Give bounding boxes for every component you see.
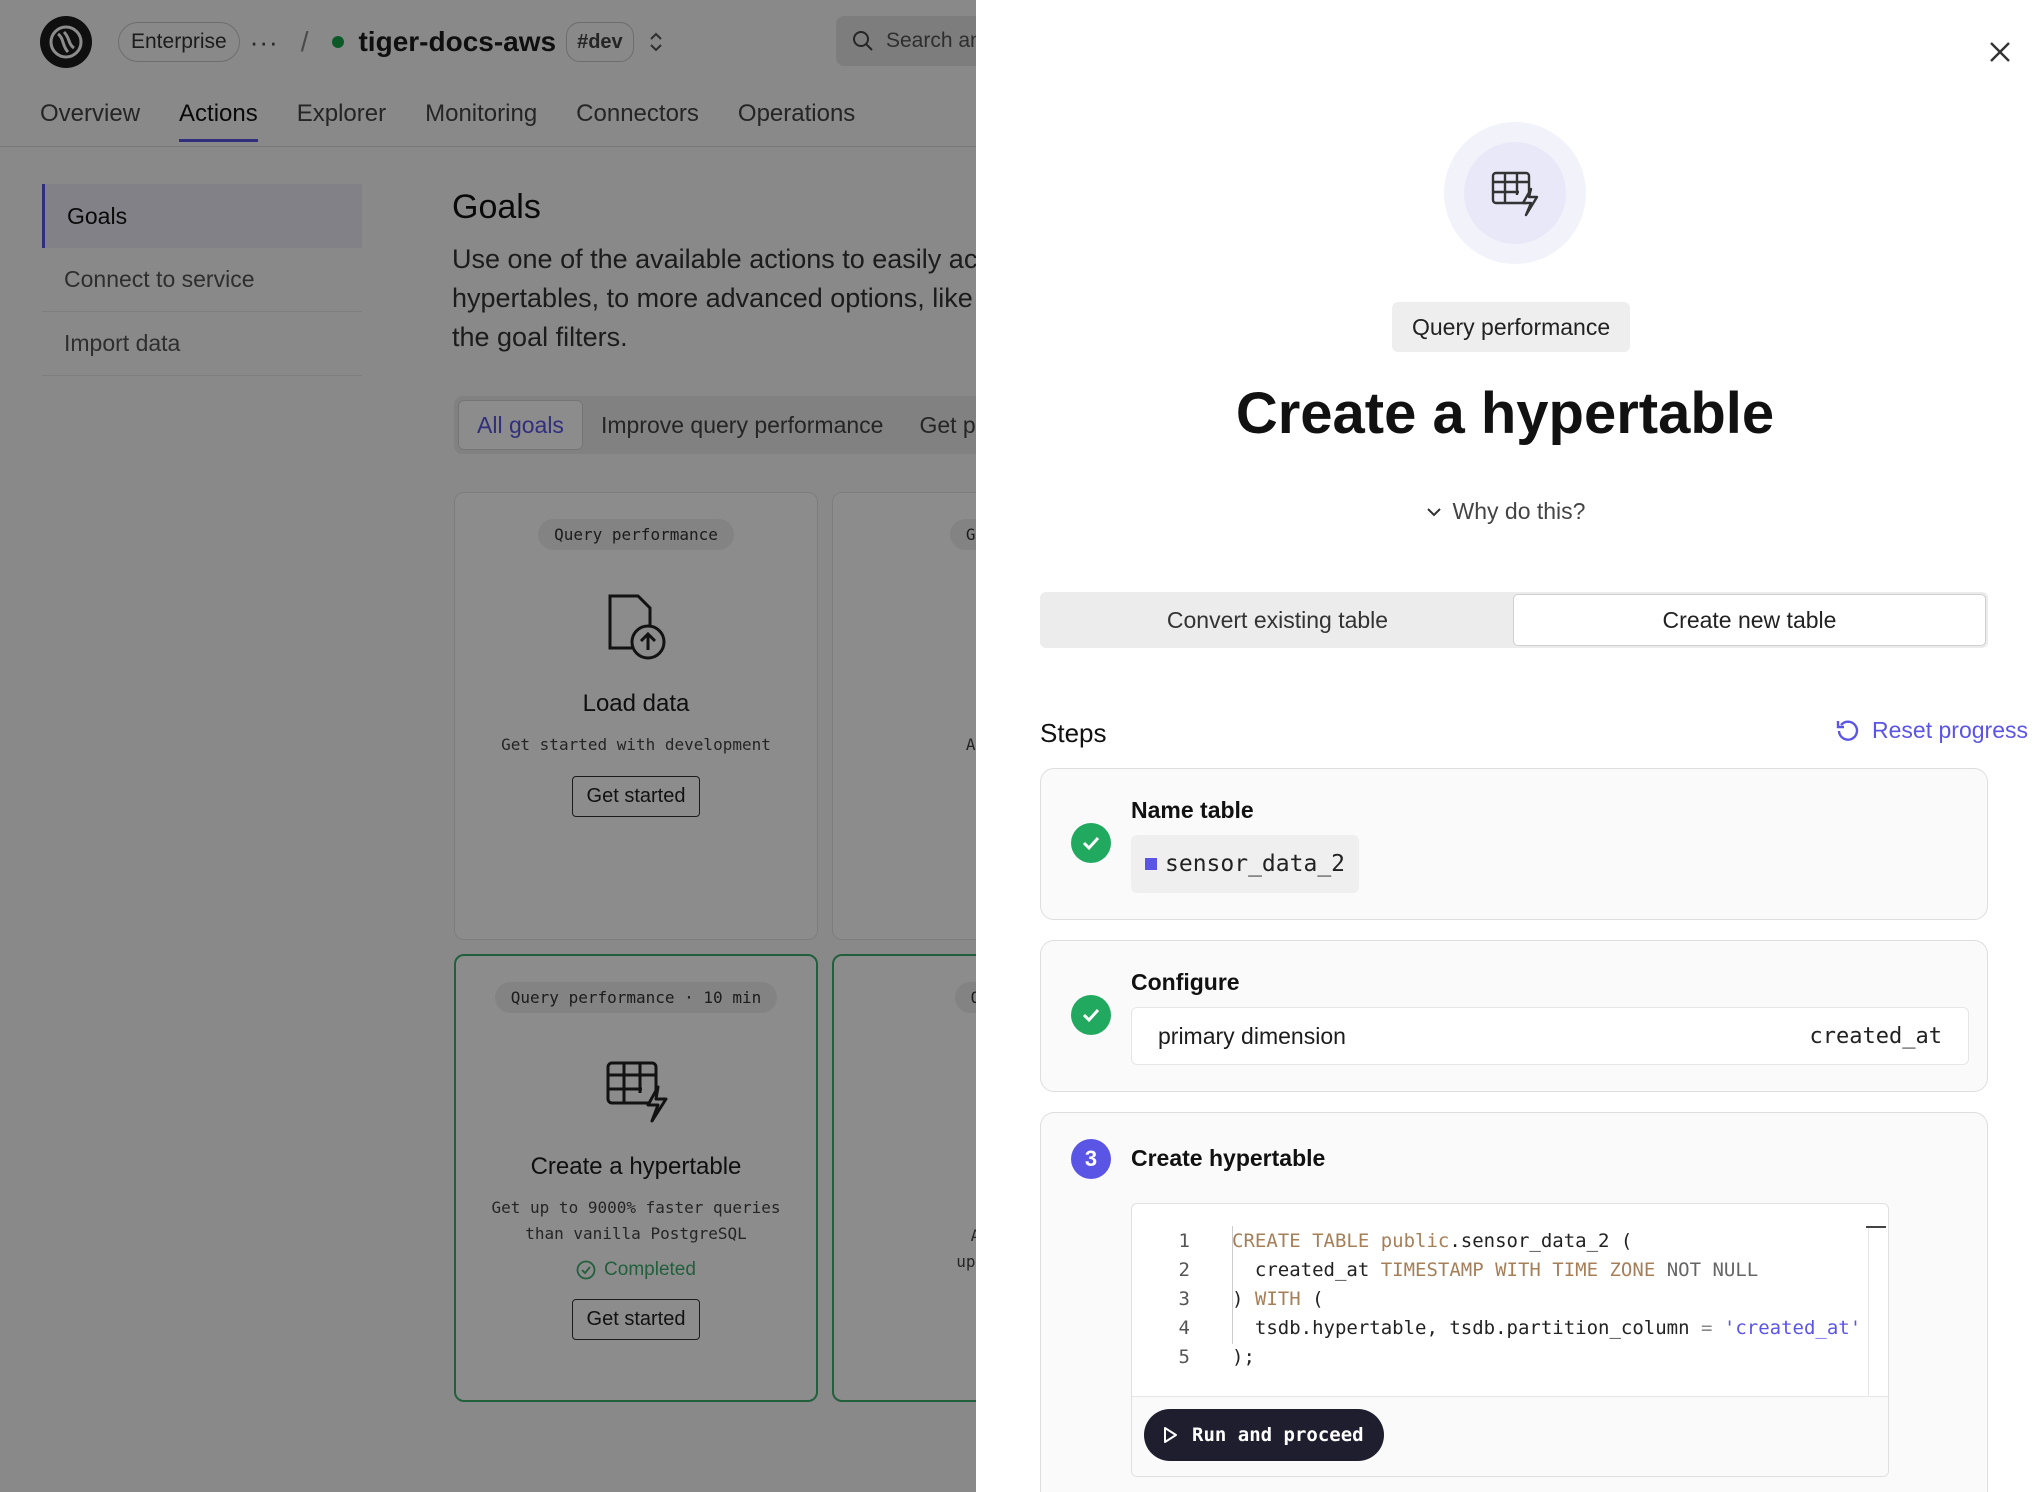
- editor-footer: Run and proceed: [1132, 1396, 1888, 1476]
- line-number: 2: [1178, 1258, 1190, 1281]
- sql-code-editor[interactable]: 1 CREATE TABLE public.sensor_data_2 ( 2 …: [1131, 1203, 1889, 1477]
- code-line: 2 created_at TIMESTAMP WITH TIME ZONE NO…: [1132, 1255, 1868, 1284]
- run-and-proceed-button[interactable]: Run and proceed: [1144, 1409, 1384, 1461]
- step-name-table: Name table sensor_data_2: [1040, 768, 1988, 920]
- run-label: Run and proceed: [1192, 1424, 1364, 1446]
- step-complete-icon: [1071, 823, 1111, 863]
- convert-existing-table-tab[interactable]: Convert existing table: [1042, 594, 1513, 646]
- table-name-chip: sensor_data_2: [1131, 835, 1360, 893]
- code-lines: 1 CREATE TABLE public.sensor_data_2 ( 2 …: [1132, 1226, 1868, 1371]
- drawer-title: Create a hypertable: [1235, 381, 1775, 446]
- code-text: );: [1232, 1345, 1255, 1368]
- hero-icon-circle: [1464, 142, 1566, 244]
- table-name: sensor_data_2: [1165, 851, 1346, 877]
- editor-scrollbar[interactable]: [1868, 1226, 1888, 1416]
- steps-heading: Steps: [1040, 718, 1107, 748]
- why-label: Why do this?: [1452, 498, 1586, 524]
- why-toggle[interactable]: Why do this?: [976, 498, 2034, 525]
- modal-backdrop[interactable]: [0, 0, 976, 1492]
- code-line: 1 CREATE TABLE public.sensor_data_2 (: [1132, 1226, 1868, 1255]
- category-badge: Query performance: [1392, 302, 1631, 352]
- code-text: ) WITH (: [1232, 1287, 1324, 1310]
- step-configure: Configure primary dimension created_at: [1040, 940, 1988, 1092]
- scrollbar-thumb[interactable]: [1866, 1226, 1886, 1228]
- hero-icon-halo: [1444, 122, 1586, 264]
- field-value: created_at: [1809, 1023, 1942, 1049]
- code-line: 3 ) WITH (: [1132, 1284, 1868, 1313]
- code-text: CREATE TABLE public.sensor_data_2 (: [1232, 1229, 1633, 1252]
- primary-dimension-row: primary dimension created_at: [1131, 1007, 1969, 1065]
- reset-icon: [1836, 720, 1859, 741]
- code-line: 4 tsdb.hypertable, tsdb.partition_column…: [1132, 1313, 1868, 1342]
- play-icon: [1164, 1427, 1177, 1443]
- table-color-icon: [1145, 858, 1157, 870]
- line-number: 3: [1178, 1287, 1190, 1310]
- code-text: created_at TIMESTAMP WITH TIME ZONE NOT …: [1232, 1258, 1759, 1281]
- step-number: 3: [1071, 1139, 1111, 1179]
- reset-label: Reset progress: [1872, 716, 2028, 743]
- field-label: primary dimension: [1158, 1022, 1346, 1049]
- table-mode-toggle: Convert existing table Create new table: [1040, 592, 1988, 648]
- step-create-hypertable: 3 Create hypertable 1 CREATE TABLE publi…: [1040, 1112, 1988, 1492]
- chevron-down-icon: [1426, 507, 1441, 516]
- reset-progress-button[interactable]: Reset progress: [1834, 716, 2028, 744]
- line-number: 4: [1178, 1316, 1190, 1339]
- indent-guide: [1232, 1226, 1233, 1344]
- close-icon[interactable]: [1984, 36, 2016, 68]
- step-title: Name table: [1131, 797, 1254, 823]
- goal-drawer: Query performance Create a hypertable Wh…: [976, 0, 2034, 1492]
- line-number: 5: [1178, 1345, 1190, 1368]
- line-number: 1: [1178, 1229, 1190, 1252]
- create-new-table-tab[interactable]: Create new table: [1513, 594, 1986, 646]
- step-title: Configure: [1131, 969, 1240, 995]
- step-title: Create hypertable: [1131, 1145, 1326, 1171]
- code-text: tsdb.hypertable, tsdb.partition_column =…: [1232, 1316, 1862, 1339]
- table-bolt-icon: [1491, 171, 1539, 217]
- step-complete-icon: [1071, 995, 1111, 1035]
- code-line: 5 );: [1132, 1342, 1868, 1371]
